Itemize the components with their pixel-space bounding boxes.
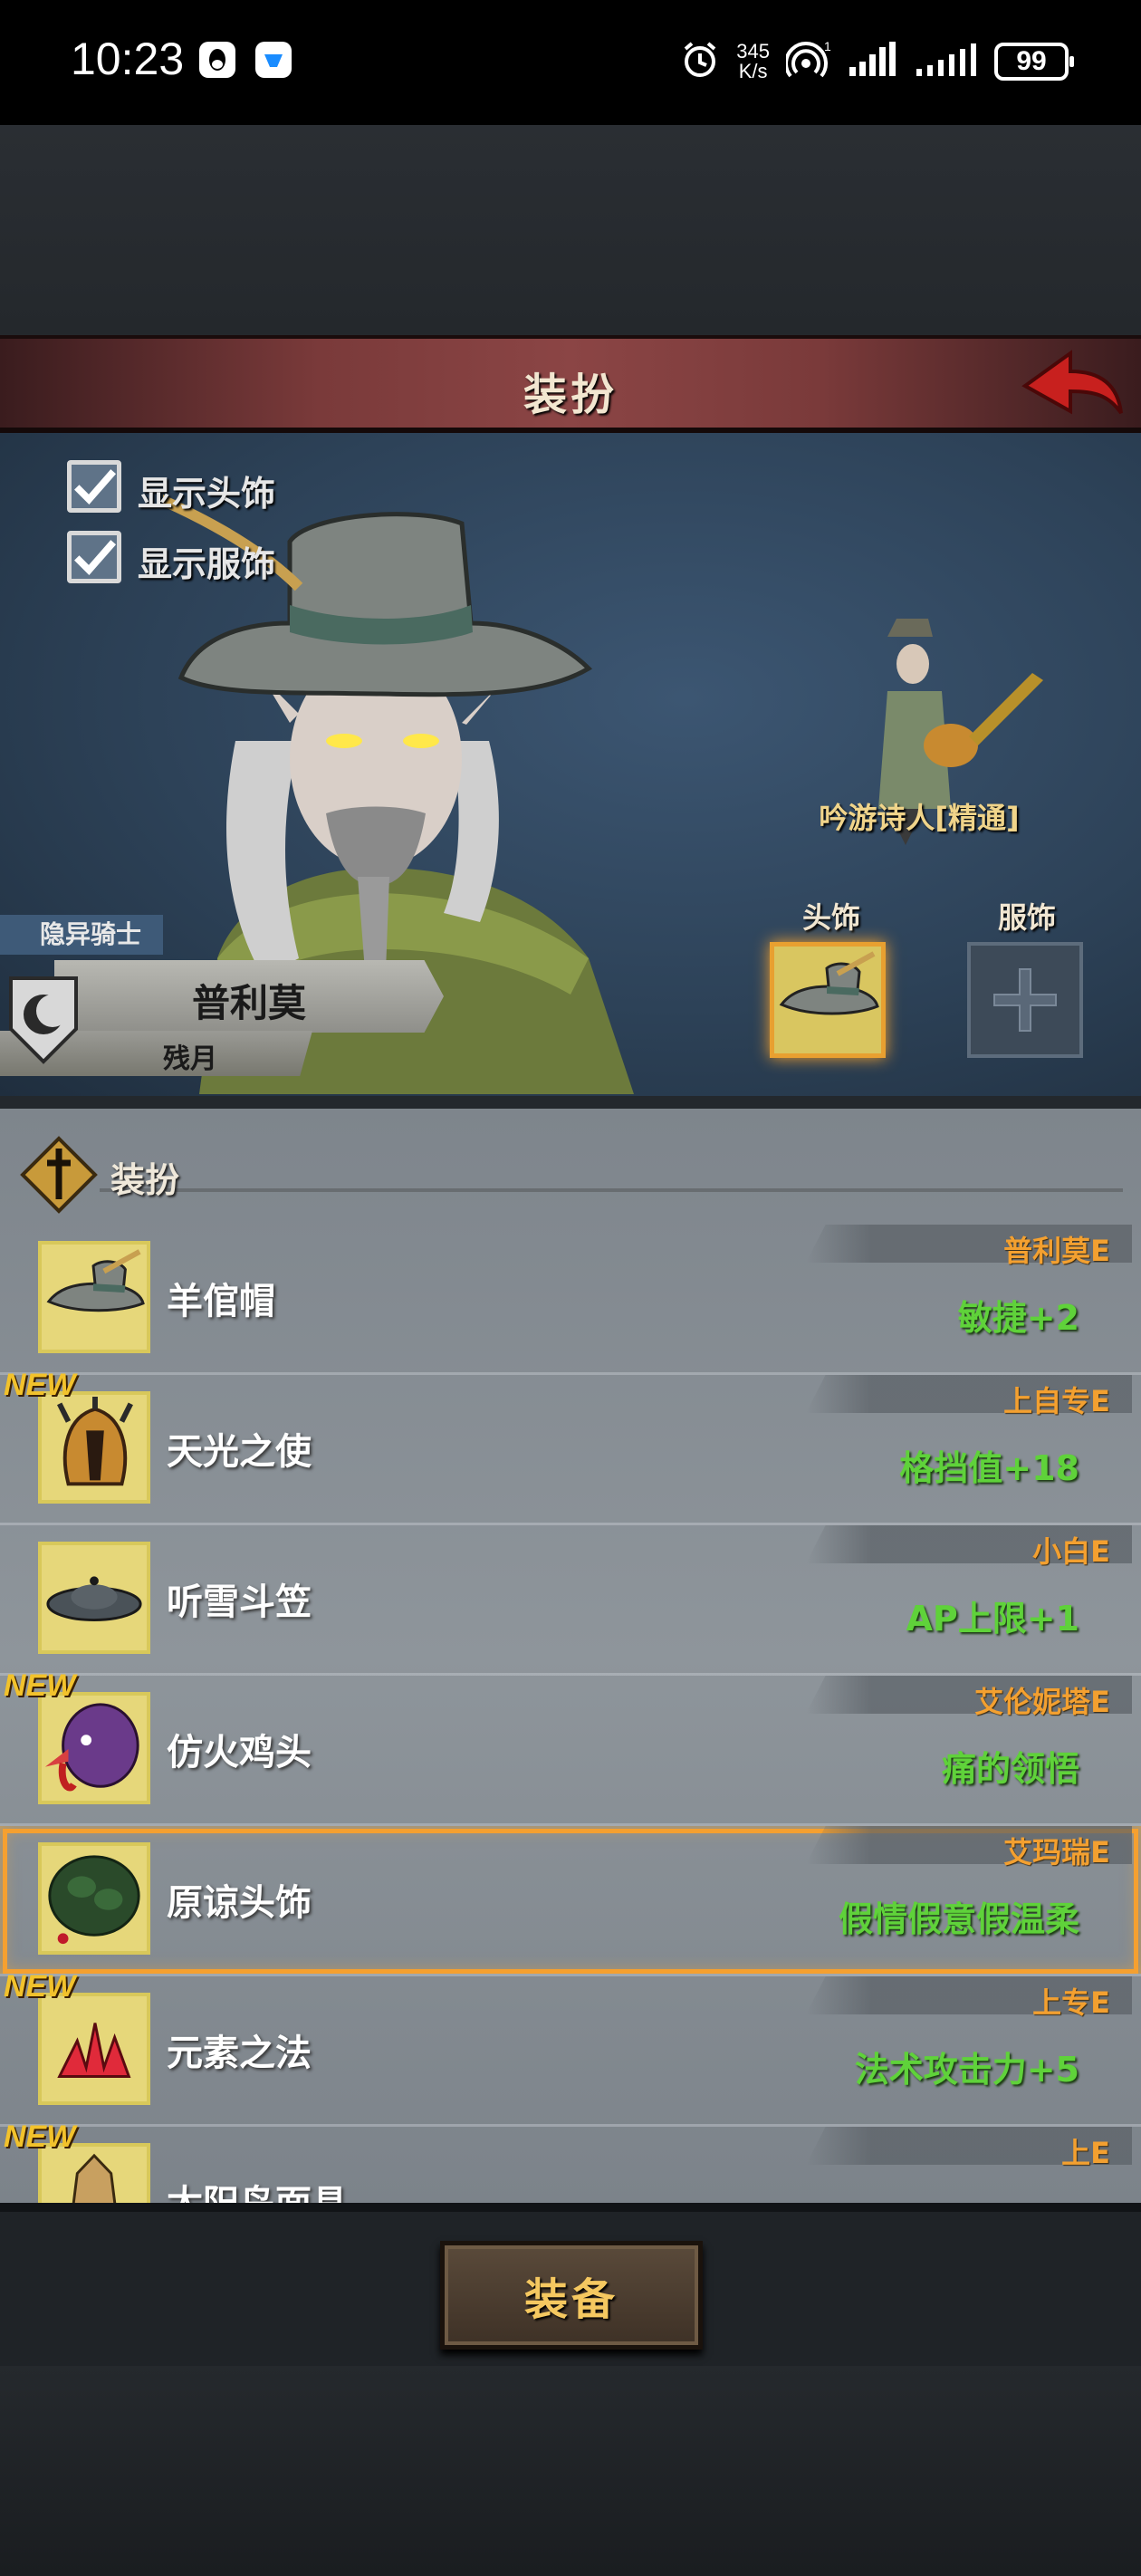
- character-panel: 显示头饰 显示服饰 吟游诗人[精通] 头饰 服饰 隐异骑士 普利莫 残月: [0, 433, 1141, 1096]
- list-item[interactable]: 小白E 听雪斗笠 AP上限+1: [0, 1525, 1141, 1676]
- red-crystal-icon: [38, 1993, 150, 2105]
- signal-strength-icon: [848, 42, 898, 82]
- equip-button[interactable]: 装备: [440, 2241, 703, 2350]
- battery-icon: 99: [994, 43, 1074, 81]
- show-headwear-checkbox[interactable]: [67, 460, 121, 513]
- character-name: 普利莫: [191, 981, 306, 1025]
- shepherd-hat-icon: [38, 1241, 150, 1353]
- golden-helmet-icon: [38, 1391, 150, 1504]
- signal-strength-2-icon: [915, 42, 978, 82]
- list-item[interactable]: 上专E NEW 元素之法 法术攻击力+5: [0, 1969, 1141, 2127]
- new-badge: NEW: [4, 1969, 76, 2004]
- status-icons: 345 K/s 1 99: [680, 36, 1074, 87]
- list-item[interactable]: 艾伦妮塔E NEW 仿火鸡头 痛的领悟: [0, 1668, 1141, 1826]
- item-name: 羊倌帽: [167, 1281, 275, 1322]
- status-bar: 10:23 345 K/s 1 99: [0, 0, 1141, 125]
- item-owner: 上E: [1061, 2136, 1110, 2170]
- list-item[interactable]: 上自专E NEW 天光之使 格挡值+18: [0, 1368, 1141, 1525]
- item-stat: 格挡值+18: [899, 1448, 1079, 1488]
- svg-text:1: 1: [824, 40, 831, 53]
- shepherd-hat-icon: [779, 951, 879, 1015]
- costume-list-panel: 装扮 普利莫E 羊倌帽 敏捷+2 上自专E NEW 天光之使 格挡值+18 小白…: [0, 1096, 1141, 2212]
- hotspot-icon: 1: [784, 39, 831, 83]
- back-arrow-icon: [1021, 350, 1123, 415]
- costume-list[interactable]: 普利莫E 羊倌帽 敏捷+2 上自专E NEW 天光之使 格挡值+18 小白E 听…: [0, 1225, 1141, 2212]
- new-badge: NEW: [4, 2119, 76, 2154]
- item-owner: 艾伦妮塔E: [974, 1685, 1110, 1719]
- list-item[interactable]: 普利莫E 羊倌帽 敏捷+2: [0, 1225, 1141, 1375]
- item-stat: AP上限+1: [906, 1599, 1079, 1639]
- top-backdrop: [0, 125, 1141, 335]
- character-title: 隐异骑士: [0, 915, 163, 955]
- item-owner: 上专E: [1032, 1985, 1110, 2020]
- show-outfit-label: 显示服饰: [138, 544, 276, 584]
- bottom-bar: 装备: [0, 2203, 1141, 2366]
- body-slot[interactable]: [967, 942, 1083, 1058]
- item-name: 仿火鸡头: [167, 1732, 312, 1773]
- bottom-backdrop: [0, 2366, 1141, 2576]
- section-label: 装扮: [110, 1160, 180, 1200]
- class-name: 吟游诗人[精通]: [819, 801, 1020, 835]
- item-stat: 法术攻击力+5: [854, 2050, 1079, 2090]
- body-slot-label: 服饰: [997, 900, 1056, 935]
- character-subtitle: 残月: [163, 1043, 217, 1075]
- show-headwear-label: 显示头饰: [138, 474, 276, 514]
- crescent-crest-icon: [7, 975, 80, 1065]
- new-badge: NEW: [4, 1668, 76, 1703]
- list-item[interactable]: 上E NEW 太阳鸟面具: [0, 2119, 1141, 2212]
- green-bush-icon: [38, 1842, 150, 1955]
- item-stat: 痛的领悟: [941, 1749, 1079, 1789]
- alarm-icon: [680, 40, 720, 83]
- checkmark-icon: [74, 469, 117, 505]
- item-name: 原谅头饰: [167, 1882, 312, 1924]
- item-name: 元素之法: [167, 2033, 312, 2074]
- section-divider: [100, 1188, 1123, 1192]
- app-notification-icon: [255, 42, 292, 78]
- item-owner: 普利莫E: [1003, 1234, 1110, 1268]
- item-owner: 艾玛瑞E: [1003, 1835, 1110, 1870]
- status-time: 10:23: [71, 34, 185, 84]
- item-name: 天光之使: [167, 1431, 312, 1473]
- section-header: 装扮: [0, 1127, 1141, 1214]
- page-title: 装扮: [523, 370, 618, 420]
- item-stat: 敏捷+2: [957, 1298, 1079, 1338]
- empty-slot-cross-icon: [993, 968, 1057, 1032]
- item-name: 听雪斗笠: [167, 1581, 312, 1623]
- new-badge: NEW: [4, 1368, 76, 1402]
- title-banner: 装扮: [0, 335, 1141, 433]
- item-stat: 假情假意假温柔: [838, 1899, 1079, 1939]
- turkey-head-icon: [38, 1692, 150, 1804]
- back-button[interactable]: [1018, 348, 1127, 426]
- checkmark-icon: [74, 540, 117, 576]
- network-speed: 345 K/s: [736, 40, 770, 82]
- item-owner: 小白E: [1032, 1534, 1110, 1569]
- qq-notification-icon: [199, 42, 235, 78]
- head-slot[interactable]: [770, 942, 886, 1058]
- straw-hat-icon: [38, 1542, 150, 1654]
- item-owner: 上自专E: [1003, 1384, 1110, 1418]
- dagger-icon: [20, 1136, 98, 1214]
- list-item-selected[interactable]: 艾玛瑞E 原谅头饰 假情假意假温柔: [0, 1826, 1141, 1976]
- head-slot-label: 头饰: [801, 900, 860, 935]
- show-outfit-checkbox[interactable]: [67, 531, 121, 583]
